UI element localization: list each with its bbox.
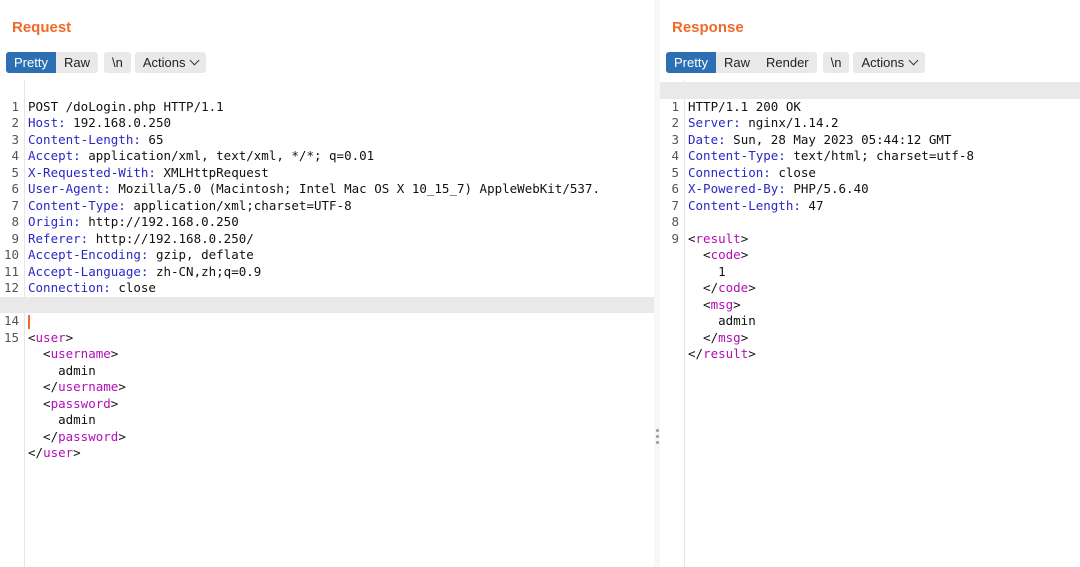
request-header-row: 9 Referer: http://192.168.0.250/	[0, 214, 654, 246]
response-view-toggle: Pretty Raw Render	[666, 52, 817, 73]
request-title: Request	[12, 19, 72, 36]
response-toolbar: Pretty Raw Render \n Actions	[666, 52, 929, 73]
request-view-toggle: Pretty Raw	[6, 52, 98, 73]
response-body-line: </code>	[688, 280, 756, 295]
request-current-line: 14	[0, 296, 654, 329]
response-header-row: 5 Connection: close	[660, 148, 1080, 180]
request-body-line: </password>	[28, 428, 126, 444]
request-body-line: </username>	[28, 379, 126, 394]
xml-tag: user	[43, 445, 74, 460]
request-actions-label: Actions	[142, 55, 186, 70]
response-body-line: 1	[660, 247, 1080, 279]
request-header-row: 12 Connection: close	[0, 264, 654, 295]
response-actions-button[interactable]: Actions	[853, 52, 926, 73]
response-title: Response	[672, 19, 744, 36]
request-actions-button[interactable]: Actions	[134, 52, 207, 73]
request-header-row: 8 Origin: http://192.168.0.250	[0, 198, 654, 229]
response-actions-label: Actions	[861, 55, 905, 70]
response-header-row: 2 Server: nginx/1.14.2	[660, 99, 1080, 130]
response-blank-line: 8	[660, 198, 1080, 229]
response-newline-toggle[interactable]: \n	[822, 52, 850, 73]
request-newline-toggle[interactable]: \n	[103, 52, 131, 73]
response-tab-pretty[interactable]: Pretty	[666, 52, 716, 73]
request-header-row: 3 Content-Length: 65	[0, 115, 654, 147]
request-header-row: 7 Content-Type: application/xml;charset=U…	[0, 181, 654, 213]
request-toolbar: Pretty Raw \n Actions	[6, 52, 210, 73]
response-body-line: <msg>	[688, 296, 741, 312]
request-header-row: 11 Accept-Language: zh-CN,zh;q=0.9	[0, 247, 654, 279]
request-body-line: <password>	[28, 395, 119, 411]
request-header-row: 6 User-Agent: Mozilla/5.0 (Macintosh; Int…	[0, 165, 654, 196]
request-header-row: 2 Host: 192.168.0.250	[0, 99, 654, 130]
request-pane: Request Pretty Raw \n Actions 1 POST /doL…	[0, 0, 654, 567]
splitter-grip-dot	[656, 435, 659, 438]
response-pane: Response Pretty Raw Render \n Actions 1H…	[660, 0, 1080, 567]
response-tab-raw[interactable]: Raw	[716, 52, 758, 73]
request-body-line: <username>	[28, 346, 119, 361]
response-header-row: 3 Date: Sun, 28 May 2023 05:44:12 GMT	[660, 115, 1080, 147]
request-header-row: 10 Accept-Encoding: gzip, deflate	[0, 231, 654, 262]
response-editor[interactable]: 1 HTTP/1.1 200 OK 2 Server: nginx/1.14.2 3…	[660, 80, 1080, 567]
response-line-1: 1 HTTP/1.1 200 OK	[660, 82, 1080, 114]
response-tab-render[interactable]: Render	[758, 52, 817, 73]
xml-tag: result	[703, 346, 749, 361]
request-blank-line: 13	[0, 280, 654, 312]
response-body-line: </msg>	[688, 329, 749, 345]
response-body-line: admin	[660, 297, 1080, 328]
response-body-line: <code>	[688, 247, 749, 262]
response-body-line: </result>	[688, 346, 756, 361]
chevron-down-icon	[908, 55, 919, 66]
request-body-line: admin	[0, 396, 654, 427]
chevron-down-icon	[190, 55, 200, 66]
request-editor[interactable]: 1 POST /doLogin.php HTTP/1.1 2 Host: 192.1…	[0, 80, 654, 567]
request-tab-pretty[interactable]: Pretty	[6, 52, 56, 73]
request-tab-raw[interactable]: Raw	[56, 52, 98, 73]
response-header-row: 7 Content-Length: 47	[660, 181, 1080, 213]
response-header-row: 4 Content-Type: text/html; charset=utf-8	[660, 132, 1080, 163]
request-header-row: 4 Accept: application/xml, text/xml, */*;…	[0, 132, 654, 163]
response-header-row: 6 X-Powered-By: PHP/5.6.40	[660, 165, 1080, 196]
response-body-line: 9 <result>	[660, 214, 1080, 246]
request-header-row: 5 X-Requested-With: XMLHttpRequest	[0, 148, 654, 180]
request-body-line: admin	[0, 346, 654, 378]
splitter-grip-dot	[656, 441, 659, 444]
splitter-grip-dot	[656, 429, 659, 432]
request-line-1: 1 POST /doLogin.php HTTP/1.1	[0, 82, 654, 114]
request-body-line: 15 <user>	[0, 313, 654, 345]
request-body-line: </user>	[28, 445, 81, 460]
